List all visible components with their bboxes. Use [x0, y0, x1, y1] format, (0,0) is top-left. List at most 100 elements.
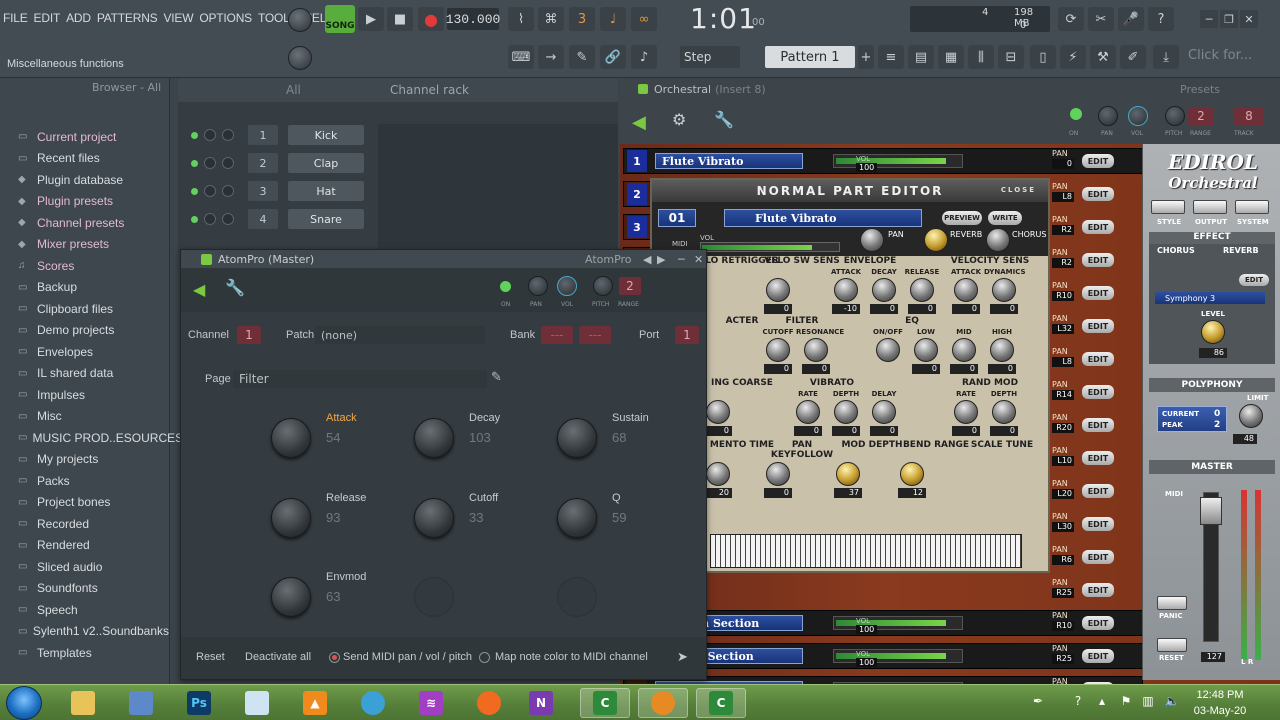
channel-mixer-track[interactable]: 4 [248, 209, 278, 229]
orchestral-pitch-knob[interactable] [1165, 106, 1185, 126]
npe-param-knob[interactable] [706, 400, 730, 424]
channel-name-button[interactable]: Kick [288, 125, 364, 145]
npe-write-button[interactable]: WRITE [988, 211, 1022, 225]
orchestral-vol-knob[interactable] [1128, 106, 1148, 126]
channel-mute-led[interactable] [191, 131, 198, 139]
part-patch-name[interactable]: Flute Vibrato [655, 153, 803, 169]
stop-icon[interactable]: ■ [387, 7, 413, 31]
npe-param-knob[interactable] [834, 400, 858, 424]
taskbar-camtasia[interactable]: C [580, 688, 630, 718]
part-edit-button[interactable]: EDIT [1082, 649, 1114, 663]
part-volume-slider[interactable]: VOL100 [833, 154, 963, 172]
param-knob-envmod[interactable] [271, 577, 311, 617]
refresh-icon[interactable]: ⟳ [1058, 7, 1084, 31]
settings-icon[interactable]: ⚙ [672, 110, 686, 129]
atompro-title-bar[interactable]: AtomPro (Master) AtomPro ◀ ▶ ─ ✕ [181, 250, 706, 268]
bank-lsb[interactable]: --- [579, 326, 611, 344]
channel-pan-knob[interactable] [204, 129, 216, 141]
param-knob-q[interactable] [557, 498, 597, 538]
reset-button[interactable] [1157, 638, 1187, 652]
browser-item[interactable]: ▭ Clipboard files [0, 298, 169, 320]
npe-reverb-knob[interactable] [924, 228, 948, 252]
channel-mute-led[interactable] [191, 187, 198, 195]
menu-file[interactable]: FILE [0, 11, 31, 25]
npe-close-button[interactable]: CLOSE [1001, 186, 1036, 194]
taskbar-winamp[interactable]: ≋ [406, 688, 456, 718]
next-preset-icon[interactable]: ▶ [657, 253, 665, 266]
npe-param-knob[interactable] [766, 462, 790, 486]
channel-pan-knob[interactable] [204, 185, 216, 197]
multilink-icon[interactable]: ♪ [631, 45, 657, 69]
browser-item[interactable]: ▭ Envelopes [0, 341, 169, 363]
part-edit-button[interactable]: EDIT [1082, 484, 1114, 498]
npe-param-knob[interactable] [804, 338, 828, 362]
style-button[interactable] [1151, 200, 1185, 214]
browser-item[interactable]: ▭ Demo projects [0, 320, 169, 342]
master-volume-knob[interactable] [288, 8, 312, 32]
blend-notes-icon[interactable]: ♩ [600, 7, 626, 31]
step-sequencer-grid[interactable] [378, 124, 618, 254]
tempo-display[interactable]: 130.000 [446, 8, 500, 30]
browser-icon[interactable]: ⊟ [998, 45, 1024, 69]
part-volume-slider[interactable]: VOL100 [833, 649, 963, 667]
channel-pan-knob[interactable] [204, 213, 216, 225]
channel-value[interactable]: 1 [237, 326, 261, 344]
taskbar-explorer[interactable] [58, 688, 108, 718]
browser-item[interactable]: ▭ Recent files [0, 148, 169, 170]
part-number[interactable]: 3 [627, 216, 647, 238]
send-icon[interactable]: ➤ [677, 649, 688, 665]
download-icon[interactable]: ⤓ [1153, 45, 1179, 69]
browser-item[interactable]: ▭ Backup [0, 277, 169, 299]
orchestral-pan-knob[interactable] [1098, 106, 1118, 126]
master-pitch-knob[interactable] [288, 46, 312, 70]
browser-item[interactable]: ♫ Scores [0, 255, 169, 277]
reverb-edit-button[interactable]: EDIT [1239, 274, 1269, 286]
part-edit-button[interactable]: EDIT [1082, 220, 1114, 234]
song-mode-button[interactable]: SONG [325, 5, 355, 33]
channel-vol-knob[interactable] [222, 129, 234, 141]
presets-menu[interactable]: Presets [1180, 83, 1220, 96]
piano-roll-icon[interactable]: ▤ [908, 45, 934, 69]
tools-icon[interactable]: ⚒ [1090, 45, 1116, 69]
page-selector[interactable]: Filter [233, 370, 487, 388]
plugin-picker-icon[interactable]: ⚡ [1060, 45, 1086, 69]
port-value[interactable]: 1 [675, 326, 699, 344]
output-button[interactable] [1193, 200, 1227, 214]
plugin-arrow-icon[interactable]: ◀ [632, 112, 646, 133]
loop-record-icon[interactable]: ∞ [631, 7, 657, 31]
master-fader[interactable] [1200, 492, 1222, 642]
npe-param-knob[interactable] [834, 278, 858, 302]
menu-patterns[interactable]: PATTERNS [94, 11, 161, 25]
browser-item[interactable]: ▭ Speech [0, 599, 169, 621]
npe-param-knob[interactable] [872, 278, 896, 302]
browser-item[interactable]: ▭ Soundfonts [0, 578, 169, 600]
panic-button[interactable] [1157, 596, 1187, 610]
param-knob-cutoff[interactable] [414, 498, 454, 538]
browser-item[interactable]: ◆ Plugin presets [0, 191, 169, 213]
browser-item[interactable]: ▭ Sliced audio [0, 556, 169, 578]
patch-selector[interactable]: (none) [315, 326, 485, 344]
taskbar-onenote[interactable]: N [516, 688, 566, 718]
link-icon[interactable]: 🔗 [600, 45, 626, 69]
part-edit-button[interactable]: EDIT [1082, 583, 1114, 597]
npe-param-knob[interactable] [796, 400, 820, 424]
part-edit-button[interactable]: EDIT [1082, 517, 1114, 531]
part-edit-button[interactable]: EDIT [1082, 286, 1114, 300]
edit-pencil-icon[interactable]: ✎ [491, 370, 502, 385]
browser-item[interactable]: ▭ IL shared data [0, 363, 169, 385]
npe-param-knob[interactable] [952, 338, 976, 362]
atompro-vol-knob[interactable] [557, 276, 577, 296]
menu-view[interactable]: VIEW [160, 11, 196, 25]
part-edit-button[interactable]: EDIT [1082, 385, 1114, 399]
npe-vol-slider[interactable] [700, 242, 840, 252]
channel-mute-led[interactable] [191, 159, 198, 167]
part-edit-button[interactable]: EDIT [1082, 550, 1114, 564]
channel-mixer-track[interactable]: 1 [248, 125, 278, 145]
part-strip[interactable]: 3 [623, 214, 653, 240]
npe-param-knob[interactable] [992, 400, 1016, 424]
minimize-icon[interactable]: ─ [678, 253, 685, 266]
chevron-up-icon[interactable]: ▴ [1094, 694, 1110, 710]
npe-param-knob[interactable] [766, 278, 790, 302]
channel-pan-knob[interactable] [204, 157, 216, 169]
on-led-icon[interactable] [500, 281, 511, 292]
